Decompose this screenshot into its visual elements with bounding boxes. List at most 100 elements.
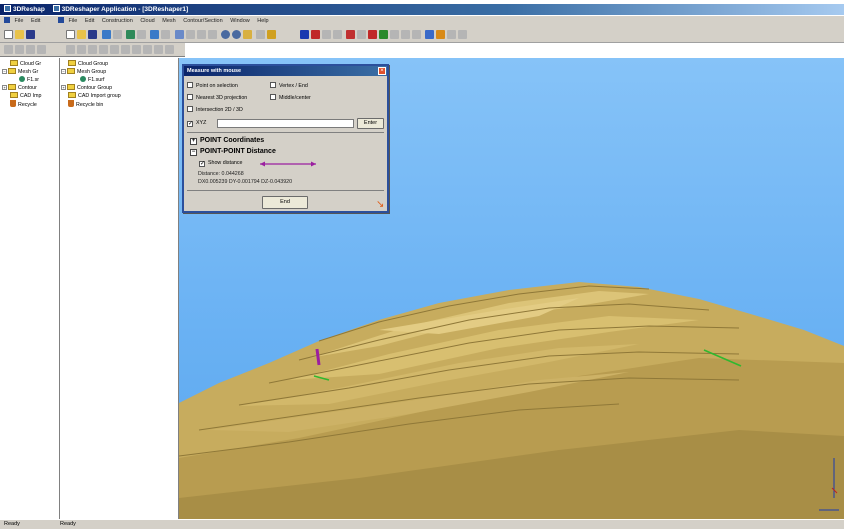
tree-item[interactable]: CAD Imp (10, 92, 42, 99)
section-icon[interactable] (322, 30, 331, 39)
checkbox[interactable] (187, 94, 193, 100)
option-vertex-end[interactable]: Vertex / End (270, 82, 308, 90)
points-icon[interactable] (346, 30, 355, 39)
view-icon-7[interactable] (88, 45, 97, 54)
measure-icon[interactable] (300, 30, 309, 39)
collapse-icon[interactable]: − (2, 69, 7, 74)
open-folder-icon[interactable] (15, 30, 24, 39)
checkbox[interactable] (187, 106, 193, 112)
save-icon[interactable] (26, 30, 35, 39)
tree-item-f1-surf[interactable]: F1.surf (80, 76, 104, 83)
option-show-distance[interactable]: ✓ Show distance (199, 160, 242, 167)
end-button[interactable]: End (262, 196, 308, 209)
menu-edit[interactable]: Edit (85, 18, 94, 24)
open-folder-icon-2[interactable] (77, 30, 86, 39)
option-intersection[interactable]: Intersection 2D / 3D (187, 106, 243, 114)
option-point-on-selection[interactable]: Point on selection (187, 82, 238, 90)
filter-icon[interactable] (357, 30, 366, 39)
view-icon-2[interactable] (15, 45, 24, 54)
contour-icon[interactable] (333, 30, 342, 39)
pan-icon[interactable] (197, 30, 206, 39)
xyz-input[interactable] (217, 119, 354, 128)
menu-file[interactable]: File (68, 18, 77, 24)
checkbox-checked[interactable]: ✓ (199, 161, 205, 167)
tree-item-mesh-group[interactable]: − Mesh Group (61, 68, 106, 75)
option-nearest-3d[interactable]: Nearest 3D projection (187, 94, 247, 102)
view-icon-4[interactable] (37, 45, 46, 54)
redo-icon[interactable] (186, 30, 195, 39)
tree-item-cloud-group[interactable]: Cloud Group (68, 60, 108, 67)
menu-cloud[interactable]: Cloud (140, 18, 154, 24)
menu-back-file[interactable]: File (15, 18, 24, 24)
tree-item-cad-import[interactable]: CAD Import group (68, 92, 121, 99)
option-xyz[interactable]: ✓ XYZ (187, 120, 206, 127)
view-icon-5[interactable] (66, 45, 75, 54)
enter-button[interactable]: Enter (357, 118, 384, 129)
menu-back-edit[interactable]: Edit (31, 18, 40, 24)
zoom-out-icon[interactable] (232, 30, 241, 39)
section-point-point-distance[interactable]: − POINT-POINT Distance (190, 148, 276, 156)
view-icon[interactable] (4, 45, 13, 54)
settings-icon[interactable] (447, 30, 456, 39)
import-icon[interactable] (102, 30, 111, 39)
menu-window[interactable]: Window (230, 18, 250, 24)
tree-item-contour-group[interactable]: + Contour Group (61, 84, 112, 91)
view-icon-11[interactable] (132, 45, 141, 54)
save-icon-2[interactable] (88, 30, 97, 39)
cloud-icon[interactable] (126, 30, 135, 39)
menu-construction[interactable]: Construction (102, 18, 133, 24)
zoom-in-icon[interactable] (221, 30, 230, 39)
collapse-icon[interactable]: − (61, 69, 66, 74)
expand-icon[interactable]: + (2, 85, 7, 90)
tree-item[interactable]: Recycle (10, 100, 37, 108)
line-icon[interactable] (311, 30, 320, 39)
close-icon[interactable]: × (378, 67, 386, 75)
tree-item-recycle-bin[interactable]: Recycle bin (68, 100, 103, 108)
rotate-icon[interactable] (208, 30, 217, 39)
help-icon[interactable] (267, 30, 276, 39)
tree-item[interactable]: F1.sr (19, 76, 39, 83)
expand-icon[interactable]: + (190, 138, 197, 145)
brush-icon[interactable] (436, 30, 445, 39)
view-icon-10[interactable] (121, 45, 130, 54)
tree-item[interactable]: Cloud Gr (10, 60, 41, 67)
view-icon-9[interactable] (110, 45, 119, 54)
resize-grip-icon[interactable]: ↘ (376, 200, 385, 210)
menu-contour-section[interactable]: Contour/Section (183, 18, 222, 24)
mesh-icon[interactable] (137, 30, 146, 39)
menu-mesh[interactable]: Mesh (162, 18, 175, 24)
sphere-icon[interactable] (401, 30, 410, 39)
view-icon-3[interactable] (26, 45, 35, 54)
plane-icon[interactable] (390, 30, 399, 39)
view-icon-6[interactable] (77, 45, 86, 54)
expand-icon[interactable]: + (61, 85, 66, 90)
checkbox[interactable] (270, 94, 276, 100)
menu-help[interactable]: Help (257, 18, 268, 24)
tree-item[interactable]: + Contour (2, 84, 37, 91)
cylinder-icon[interactable] (412, 30, 421, 39)
info-icon[interactable] (458, 30, 467, 39)
layer-icon[interactable] (150, 30, 159, 39)
spline-icon[interactable] (368, 30, 377, 39)
collapse-icon[interactable]: − (190, 149, 197, 156)
hand-icon[interactable] (243, 30, 252, 39)
grid-icon[interactable] (161, 30, 170, 39)
view-icon-14[interactable] (165, 45, 174, 54)
select-icon[interactable] (256, 30, 265, 39)
view-icon-8[interactable] (99, 45, 108, 54)
color-icon[interactable] (425, 30, 434, 39)
surface-icon[interactable] (379, 30, 388, 39)
view-icon-13[interactable] (154, 45, 163, 54)
tree-item[interactable]: − Mesh Gr (2, 68, 38, 75)
checkbox[interactable] (187, 82, 193, 88)
surface-icon (19, 76, 25, 82)
view-icon-12[interactable] (143, 45, 152, 54)
section-point-coordinates[interactable]: + POINT Coordinates (190, 137, 264, 145)
option-middle-center[interactable]: Middle/center (270, 94, 311, 102)
new-file-icon-2[interactable] (66, 30, 75, 39)
checkbox-checked[interactable]: ✓ (187, 121, 193, 127)
undo-icon[interactable] (175, 30, 184, 39)
new-file-icon[interactable] (4, 30, 13, 39)
export-icon[interactable] (113, 30, 122, 39)
checkbox[interactable] (270, 82, 276, 88)
